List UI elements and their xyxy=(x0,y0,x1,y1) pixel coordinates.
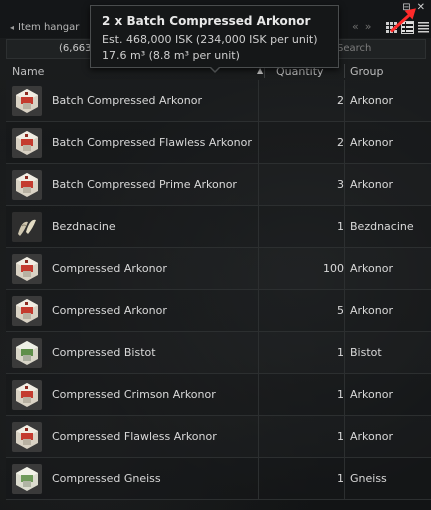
tooltip-title: 2 x Batch Compressed Arkonor xyxy=(102,14,311,28)
tooltip-volume: 17.6 m³ (8.8 m³ per unit) xyxy=(102,49,240,62)
details-view-icon[interactable] xyxy=(401,21,414,34)
item-name: Batch Compressed Flawless Arkonor xyxy=(52,136,252,149)
item-quantity: 2 xyxy=(337,94,344,107)
list-view-icon[interactable] xyxy=(418,22,429,33)
forward-button[interactable]: » xyxy=(365,20,372,33)
bezdnacine-icon xyxy=(12,212,42,242)
table-row[interactable]: Compressed Flawless Arkonor 1 Arkonor xyxy=(6,416,431,458)
row-divider xyxy=(258,164,259,206)
row-divider xyxy=(258,80,259,122)
column-group[interactable]: Group xyxy=(350,65,384,78)
item-group: Arkonor xyxy=(350,262,393,275)
item-quantity: 1 xyxy=(337,472,344,485)
item-list: Batch Compressed Arkonor 2 Arkonor Batch Co… xyxy=(6,80,431,500)
item-group: Arkonor xyxy=(350,136,393,149)
item-group: Gneiss xyxy=(350,472,387,485)
tab-label: Item hangar xyxy=(18,22,80,33)
item-quantity: 2 xyxy=(337,136,344,149)
item-quantity: 100 xyxy=(323,262,344,275)
item-name: Batch Compressed Prime Arkonor xyxy=(52,178,237,191)
row-divider xyxy=(258,374,259,416)
item-name: Bezdnacine xyxy=(52,220,116,233)
row-divider xyxy=(344,290,345,332)
item-quantity: 5 xyxy=(337,304,344,317)
table-row[interactable]: Batch Compressed Flawless Arkonor 2 Arkono… xyxy=(6,122,431,164)
column-divider[interactable] xyxy=(344,64,345,78)
table-row[interactable]: Compressed Bistot 1 Bistot xyxy=(6,332,431,374)
item-group: Arkonor xyxy=(350,178,393,191)
table-row[interactable]: Batch Compressed Prime Arkonor 3 Arkonor xyxy=(6,164,431,206)
arkonor-icon xyxy=(12,170,42,200)
item-hangar-tab[interactable]: ◂ Item hangar xyxy=(10,19,79,36)
table-row[interactable]: Compressed Arkonor 5 Arkonor xyxy=(6,290,431,332)
capacity-value: (6,663 xyxy=(59,43,92,54)
row-divider xyxy=(258,122,259,164)
table-row[interactable]: Batch Compressed Arkonor 2 Arkonor xyxy=(6,80,431,122)
item-name: Compressed Bistot xyxy=(52,346,156,359)
nav-arrows: « » xyxy=(352,20,371,33)
table-row[interactable]: Compressed Crimson Arkonor 1 Arkonor xyxy=(6,374,431,416)
row-divider xyxy=(258,332,259,374)
row-divider xyxy=(258,206,259,248)
item-group: Arkonor xyxy=(350,304,393,317)
item-group: Bezdnacine xyxy=(350,220,414,233)
item-quantity: 1 xyxy=(337,346,344,359)
row-divider xyxy=(344,416,345,458)
tooltip-estimate: Est. 468,000 ISK (234,000 ISK per unit) xyxy=(102,33,318,46)
column-name[interactable]: Name xyxy=(12,65,44,78)
row-divider xyxy=(344,206,345,248)
tooltip-pointer xyxy=(209,66,221,73)
row-divider xyxy=(258,248,259,290)
gneiss-icon xyxy=(12,464,42,494)
item-name: Compressed Crimson Arkonor xyxy=(52,388,216,401)
item-name: Batch Compressed Arkonor xyxy=(52,94,202,107)
item-quantity: 1 xyxy=(337,430,344,443)
item-group: Bistot xyxy=(350,346,382,359)
row-divider xyxy=(344,248,345,290)
item-name: Compressed Arkonor xyxy=(52,262,167,275)
item-name: Compressed Arkonor xyxy=(52,304,167,317)
item-name: Compressed Gneiss xyxy=(52,472,161,485)
table-row[interactable]: Bezdnacine 1 Bezdnacine xyxy=(6,206,431,248)
arkonor-icon xyxy=(12,128,42,158)
item-group: Arkonor xyxy=(350,94,393,107)
search-input[interactable]: Search xyxy=(337,43,371,54)
arkonor-icon xyxy=(12,254,42,284)
item-name: Compressed Flawless Arkonor xyxy=(52,430,217,443)
table-row[interactable]: Compressed Gneiss 1 Gneiss xyxy=(6,458,431,500)
row-divider xyxy=(344,458,345,500)
row-divider xyxy=(258,416,259,458)
item-tooltip: 2 x Batch Compressed Arkonor Est. 468,00… xyxy=(90,5,339,68)
item-quantity: 1 xyxy=(337,220,344,233)
arkonor-icon xyxy=(12,380,42,410)
arkonor-icon xyxy=(12,422,42,452)
item-group: Arkonor xyxy=(350,388,393,401)
item-group: Arkonor xyxy=(350,430,393,443)
row-divider xyxy=(344,164,345,206)
table-row[interactable]: Compressed Arkonor 100 Arkonor xyxy=(6,248,431,290)
row-divider xyxy=(344,122,345,164)
bistot-icon xyxy=(12,338,42,368)
chevron-right-icon: ◂ xyxy=(10,23,15,32)
row-divider xyxy=(344,332,345,374)
arkonor-icon xyxy=(12,86,42,116)
item-quantity: 3 xyxy=(337,178,344,191)
row-divider xyxy=(344,80,345,122)
back-button[interactable]: « xyxy=(352,20,359,33)
row-divider xyxy=(344,374,345,416)
arkonor-icon xyxy=(12,296,42,326)
row-divider xyxy=(258,290,259,332)
item-quantity: 1 xyxy=(337,388,344,401)
row-divider xyxy=(258,458,259,500)
